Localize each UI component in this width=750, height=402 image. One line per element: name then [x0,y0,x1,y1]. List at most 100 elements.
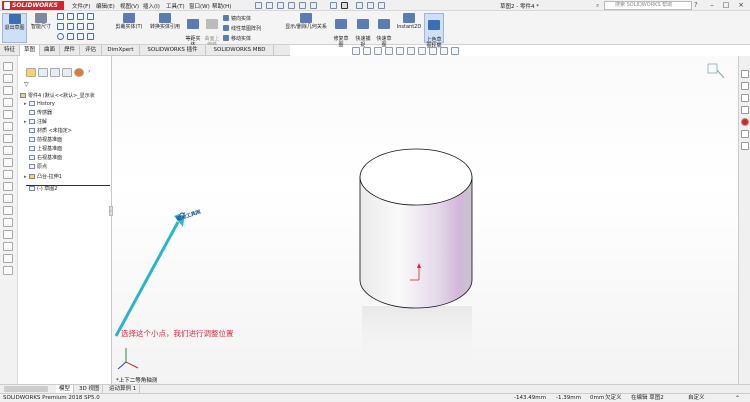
previous-view-icon[interactable] [374,47,382,55]
strip-tool-icon[interactable] [3,206,13,215]
tab-sketch[interactable]: 草图 [20,45,40,56]
design-library-icon[interactable] [741,82,749,90]
strip-tool-icon[interactable] [3,146,13,155]
strip-tool-icon[interactable] [3,110,13,119]
print-icon[interactable] [299,2,306,9]
strip-tool-icon[interactable] [3,62,13,71]
style-spline-icon[interactable] [87,13,94,20]
custom-properties-icon[interactable] [741,130,749,138]
tab-features[interactable]: 特征 [0,45,20,56]
edit-appearance-icon[interactable] [429,47,437,55]
select-icon[interactable] [330,2,337,9]
exit-sketch-button[interactable]: 退出草图 [2,13,27,43]
tree-item[interactable]: ▸ 注解 [24,119,47,126]
rectangle-icon[interactable] [57,23,64,30]
strip-tool-icon[interactable] [3,266,13,275]
smart-dimension-button[interactable]: 智能尺寸 [29,13,53,30]
strip-tool-icon[interactable] [3,170,13,179]
arc-icon[interactable] [67,33,74,40]
view-palette-icon[interactable] [741,106,749,114]
menu-tools[interactable]: 工具(T) [166,2,185,10]
strip-tool-icon[interactable] [3,86,13,95]
appearances-icon[interactable] [741,118,749,126]
point-icon[interactable] [77,23,84,30]
display-delete-relations-button[interactable]: 显示/删除几何关系 [284,13,328,30]
tree-item[interactable]: 原点 [24,164,47,171]
strip-tool-icon[interactable] [3,158,13,167]
solidworks-resources-icon[interactable] [741,70,749,78]
strip-tool-icon[interactable] [3,134,13,143]
tree-item[interactable]: 上视基准面 [24,146,62,153]
minimize-button[interactable]: – [706,1,718,10]
mirror-entities-button[interactable]: 镜向实体 [223,15,251,22]
strip-tool-icon[interactable] [3,98,13,107]
menu-view[interactable]: 视图(V) [120,2,139,10]
repair-sketch-button[interactable]: 修复草 图 [332,13,350,48]
file-properties-icon[interactable] [367,2,374,9]
menu-insert[interactable]: 插入(I) [143,2,160,10]
tree-item[interactable]: ▸ History [24,101,55,108]
display-manager-tab-icon[interactable] [74,68,84,77]
strip-tool-icon[interactable] [3,122,13,131]
strip-tool-icon[interactable] [3,242,13,251]
zoom-to-fit-icon[interactable] [352,47,360,55]
status-expand-icon[interactable]: ⌃ [735,394,740,402]
file-explorer-icon[interactable] [741,94,749,102]
convert-entities-button[interactable]: 转换实体引用 [148,13,182,30]
circle-icon[interactable] [57,33,64,40]
new-document-icon[interactable] [266,2,273,9]
home-icon[interactable] [255,2,262,9]
strip-tool-icon[interactable] [3,182,13,191]
tree-item[interactable]: 前视基准面 [24,137,62,144]
dimxpert-manager-tab-icon[interactable] [62,68,72,77]
text-icon[interactable] [77,13,84,20]
offset-on-surface-button[interactable]: 曲面上 偏移 [203,13,221,48]
close-button[interactable]: × [735,1,747,10]
help-search-input[interactable]: 搜索 SOLIDWORKS 帮助 [604,1,692,10]
tab-dimxpert[interactable]: DimXpert [102,45,140,56]
save-icon[interactable] [288,2,295,9]
tab-evaluate[interactable]: 评估 [80,45,102,56]
maximize-button[interactable]: □ [720,1,732,10]
filter-icon[interactable]: ▽ [24,81,29,88]
panel-collapse-handle[interactable]: › [109,206,113,216]
strip-tool-icon[interactable] [3,218,13,227]
instant2d-button[interactable]: Instant2D [396,13,422,30]
units-selector[interactable]: 自定义 [688,394,705,402]
select-active-icon[interactable] [341,2,348,9]
display-style-icon[interactable] [407,47,415,55]
menu-help[interactable]: 帮助(H) [212,2,231,10]
apply-scene-icon[interactable] [440,47,448,55]
strip-tool-icon[interactable] [3,230,13,239]
view-orientation-icon[interactable] [396,47,404,55]
solidworks-logo[interactable]: SOLIDWORKS [2,1,64,10]
rebuild-icon[interactable] [356,2,363,9]
tab-weldments[interactable]: 焊件 [60,45,80,56]
spline-icon[interactable] [67,13,74,20]
menu-edit[interactable]: 编辑(E) [96,2,115,10]
menu-window[interactable]: 窗口(W) [189,2,210,10]
move-entities-button[interactable]: 移动实体 [223,35,251,42]
tree-item[interactable]: 材质 <未指定> [24,128,72,135]
line-icon[interactable] [57,13,64,20]
section-view-icon[interactable] [385,47,393,55]
quick-snaps-button[interactable]: 快速捕 捉 [354,13,372,48]
options-gear-icon[interactable] [378,2,385,9]
tab-surfaces[interactable]: 曲面 [40,45,60,56]
plane-icon[interactable] [87,33,94,40]
tree-item[interactable]: ▸ 凸台-拉伸1 [24,174,62,181]
undo-icon[interactable] [310,2,317,9]
trim-button[interactable]: 剪裁实体(T) [114,13,144,30]
graphics-area[interactable]: 驱动工具网 选择这个小点，我们进行调整位置 *上下二等角轴测 [112,56,738,386]
property-manager-tab-icon[interactable] [38,68,48,77]
strip-tool-icon[interactable] [3,194,13,203]
help-icon[interactable]: ? [694,1,698,9]
tree-item[interactable]: 右视基准面 [24,155,62,162]
hide-show-icon[interactable] [418,47,426,55]
tree-item-active-sketch[interactable]: (-) 草图2 [24,186,57,193]
forum-icon[interactable] [741,142,749,150]
open-icon[interactable] [277,2,284,9]
panel-more-icon[interactable]: › [88,68,90,75]
tab-addins[interactable]: SOLIDWORKS 插件 [140,45,206,56]
search-icon[interactable]: ⌕ [596,2,599,10]
